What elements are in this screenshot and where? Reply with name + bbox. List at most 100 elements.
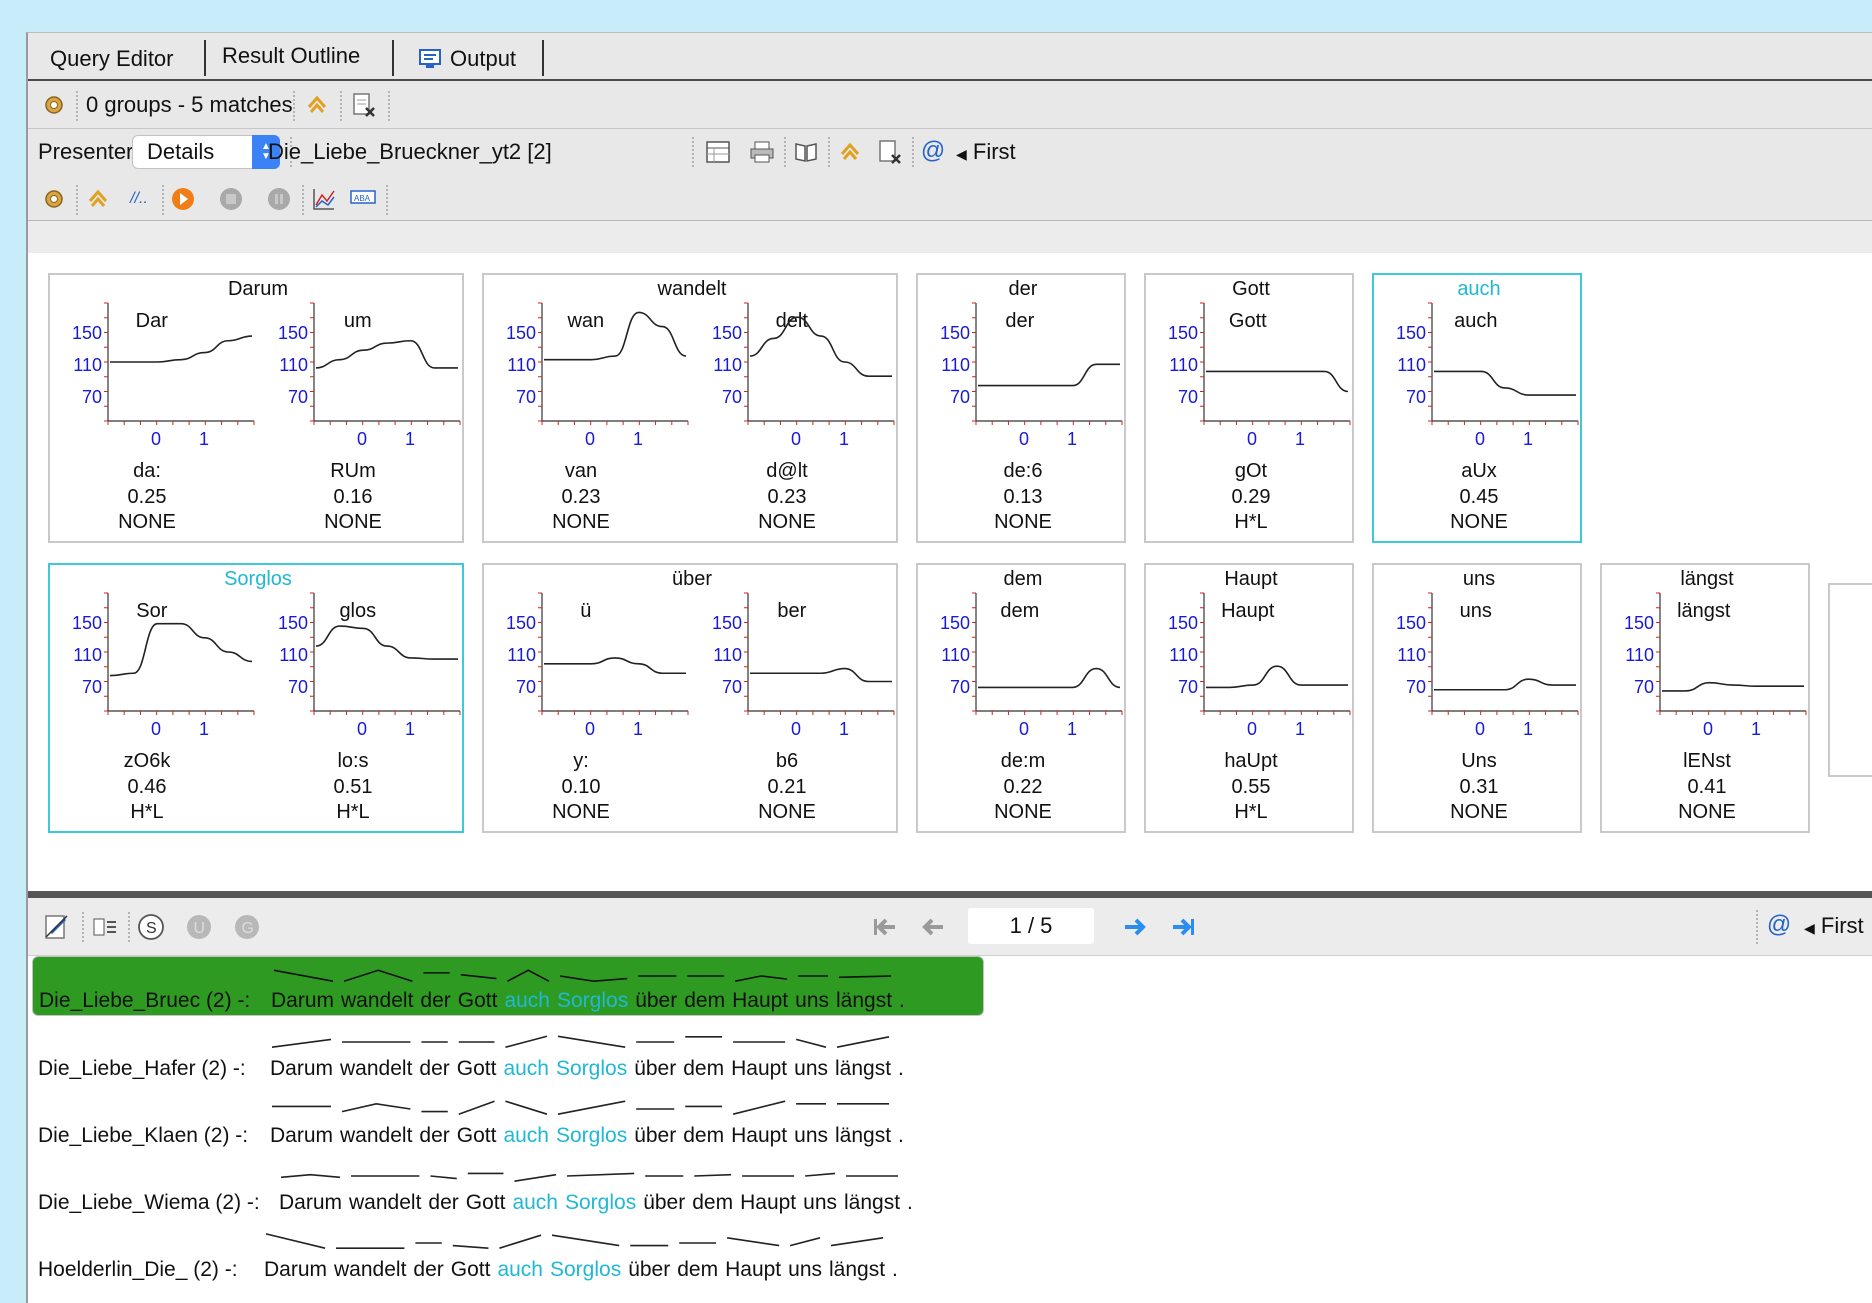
- kwic-word[interactable]: Gott: [457, 1124, 497, 1148]
- delete-document-icon[interactable]: [876, 138, 904, 166]
- kwic-row[interactable]: Die_Liebe_Klaen (2) -: Darum wandelt der Got…: [32, 1090, 1872, 1150]
- kwic-row[interactable]: Hoelderlin_Die_ (2) -: Darum wandelt der Got…: [32, 1224, 1872, 1284]
- kwic-word[interactable]: der: [419, 1124, 449, 1148]
- kwic-word[interactable]: Haupt: [731, 1057, 787, 1081]
- pitch-card[interactable]: wandelt 150 110 70 0 1 wan van 0.23 NONE 150 110 70 0…: [482, 273, 898, 543]
- g-circle-icon[interactable]: G: [232, 912, 262, 942]
- next-page-icon[interactable]: [1120, 914, 1150, 940]
- kwic-word[interactable]: auch: [504, 989, 550, 1013]
- kwic-row[interactable]: Die_Liebe_Bruec (2) -: Darum wandelt der Got…: [32, 956, 984, 1016]
- tab-query-editor[interactable]: Query Editor: [40, 40, 184, 78]
- kwic-word[interactable]: auch: [497, 1258, 543, 1282]
- kwic-word[interactable]: Gott: [466, 1191, 506, 1215]
- pause-icon[interactable]: [266, 186, 292, 212]
- kwic-word[interactable]: Haupt: [725, 1258, 781, 1282]
- kwic-word[interactable]: Haupt: [732, 989, 788, 1013]
- kwic-word[interactable]: längst: [835, 1057, 891, 1081]
- at-icon[interactable]: @: [920, 137, 946, 165]
- presenter-select[interactable]: Details ▲ ▼: [132, 135, 280, 169]
- kwic-word[interactable]: der: [420, 989, 450, 1013]
- kwic-word[interactable]: auch: [512, 1191, 558, 1215]
- kwic-word[interactable]: über: [635, 989, 677, 1013]
- kwic-word[interactable]: Haupt: [740, 1191, 796, 1215]
- pitch-card[interactable]: auch 150 110 70 0 1 auch aUx 0.45 NONE: [1372, 273, 1582, 543]
- kwic-word[interactable]: .: [907, 1191, 913, 1215]
- s-circle-icon[interactable]: S: [136, 912, 166, 942]
- pitch-card[interactable]: dem 150 110 70 0 1 dem de:m 0.22 NONE: [916, 563, 1126, 833]
- gear-icon[interactable]: [42, 93, 66, 117]
- kwic-word[interactable]: längst: [844, 1191, 900, 1215]
- kwic-word[interactable]: über: [634, 1057, 676, 1081]
- kwic-word[interactable]: Sorglos: [556, 1057, 627, 1081]
- kwic-word[interactable]: Sorglos: [556, 1124, 627, 1148]
- kwic-word[interactable]: dem: [684, 989, 725, 1013]
- kwic-word[interactable]: .: [898, 1124, 904, 1148]
- kwic-word[interactable]: wandelt: [349, 1191, 421, 1215]
- pitch-card[interactable]: Sorglos 150 110 70 0 1 Sor zO6k 0.46 H*L 150 110 70 0…: [48, 563, 464, 833]
- last-page-icon[interactable]: [1168, 914, 1198, 940]
- kwic-word[interactable]: längst: [835, 1124, 891, 1148]
- kwic-word[interactable]: Gott: [458, 989, 498, 1013]
- gear-icon[interactable]: [42, 187, 66, 211]
- print-icon[interactable]: [748, 138, 776, 166]
- kwic-word[interactable]: der: [413, 1258, 443, 1282]
- chart-icon[interactable]: [310, 185, 338, 213]
- kwic-word[interactable]: uns: [794, 1124, 828, 1148]
- pitch-card[interactable]: Gott 150 110 70 0 1 Gott gOt 0.29 H*L: [1144, 273, 1354, 543]
- refresh-icon[interactable]: [836, 138, 864, 166]
- kwic-word[interactable]: Sorglos: [565, 1191, 636, 1215]
- pitch-card[interactable]: längst 150 110 70 0 1 längst lENst 0.41 NONE: [1600, 563, 1810, 833]
- annotate-icon[interactable]: //..: [124, 185, 154, 213]
- tab-result-outline[interactable]: Result Outline: [212, 37, 370, 75]
- pitch-card-partial[interactable]: [1828, 583, 1872, 777]
- table-view-icon[interactable]: [704, 138, 732, 166]
- kwic-word[interactable]: der: [428, 1191, 458, 1215]
- u-circle-icon[interactable]: U: [184, 912, 214, 942]
- kwic-word[interactable]: uns: [794, 1057, 828, 1081]
- kwic-word[interactable]: Darum: [271, 989, 334, 1013]
- previous-page-icon[interactable]: [918, 914, 948, 940]
- first-button[interactable]: ◀ First: [956, 139, 1016, 165]
- label-icon[interactable]: ABA: [348, 187, 378, 209]
- page-indicator[interactable]: 1 / 5: [968, 908, 1094, 944]
- delete-document-icon[interactable]: [350, 91, 378, 119]
- kwic-word[interactable]: dem: [677, 1258, 718, 1282]
- edit-document-icon[interactable]: [42, 912, 72, 942]
- kwic-word[interactable]: Sorglos: [550, 1258, 621, 1282]
- kwic-word[interactable]: uns: [803, 1191, 837, 1215]
- at-icon[interactable]: @: [1766, 910, 1792, 940]
- kwic-word[interactable]: .: [892, 1258, 898, 1282]
- kwic-word[interactable]: längst: [836, 989, 892, 1013]
- pitch-card[interactable]: uns 150 110 70 0 1 uns Uns 0.31 NONE: [1372, 563, 1582, 833]
- pitch-card[interactable]: Haupt 150 110 70 0 1 Haupt haUpt 0.55 H*L: [1144, 563, 1354, 833]
- kwic-word[interactable]: uns: [788, 1258, 822, 1282]
- refresh-icon[interactable]: [84, 185, 112, 213]
- kwic-word[interactable]: der: [419, 1057, 449, 1081]
- kwic-word[interactable]: Gott: [451, 1258, 491, 1282]
- kwic-row[interactable]: Die_Liebe_Wiema (2) -: Darum wandelt der Got…: [32, 1157, 1872, 1217]
- kwic-word[interactable]: auch: [503, 1124, 549, 1148]
- kwic-word[interactable]: dem: [683, 1057, 724, 1081]
- pitch-card[interactable]: Darum 150 110 70 0 1 Dar da: 0.25 NONE 150 110 70 0 1 u…: [48, 273, 464, 543]
- kwic-word[interactable]: .: [898, 1057, 904, 1081]
- kwic-word[interactable]: .: [899, 989, 905, 1013]
- kwic-word[interactable]: Darum: [279, 1191, 342, 1215]
- book-icon[interactable]: [792, 138, 820, 166]
- kwic-word[interactable]: uns: [795, 989, 829, 1013]
- kwic-word[interactable]: wandelt: [340, 1057, 412, 1081]
- first-page-icon[interactable]: [870, 914, 900, 940]
- split-pane-divider[interactable]: [28, 891, 1872, 898]
- kwic-word[interactable]: über: [643, 1191, 685, 1215]
- kwic-row[interactable]: Die_Liebe_Hafer (2) -: Darum wandelt der Got…: [32, 1023, 1872, 1083]
- kwic-word[interactable]: über: [634, 1124, 676, 1148]
- kwic-word[interactable]: längst: [829, 1258, 885, 1282]
- kwic-word[interactable]: wandelt: [334, 1258, 406, 1282]
- kwic-word[interactable]: Sorglos: [557, 989, 628, 1013]
- tab-output[interactable]: Output: [408, 40, 526, 78]
- kwic-word[interactable]: dem: [683, 1124, 724, 1148]
- kwic-word[interactable]: wandelt: [340, 1124, 412, 1148]
- play-icon[interactable]: [170, 186, 196, 212]
- list-view-icon[interactable]: [90, 912, 120, 942]
- stop-icon[interactable]: [218, 186, 244, 212]
- kwic-word[interactable]: auch: [503, 1057, 549, 1081]
